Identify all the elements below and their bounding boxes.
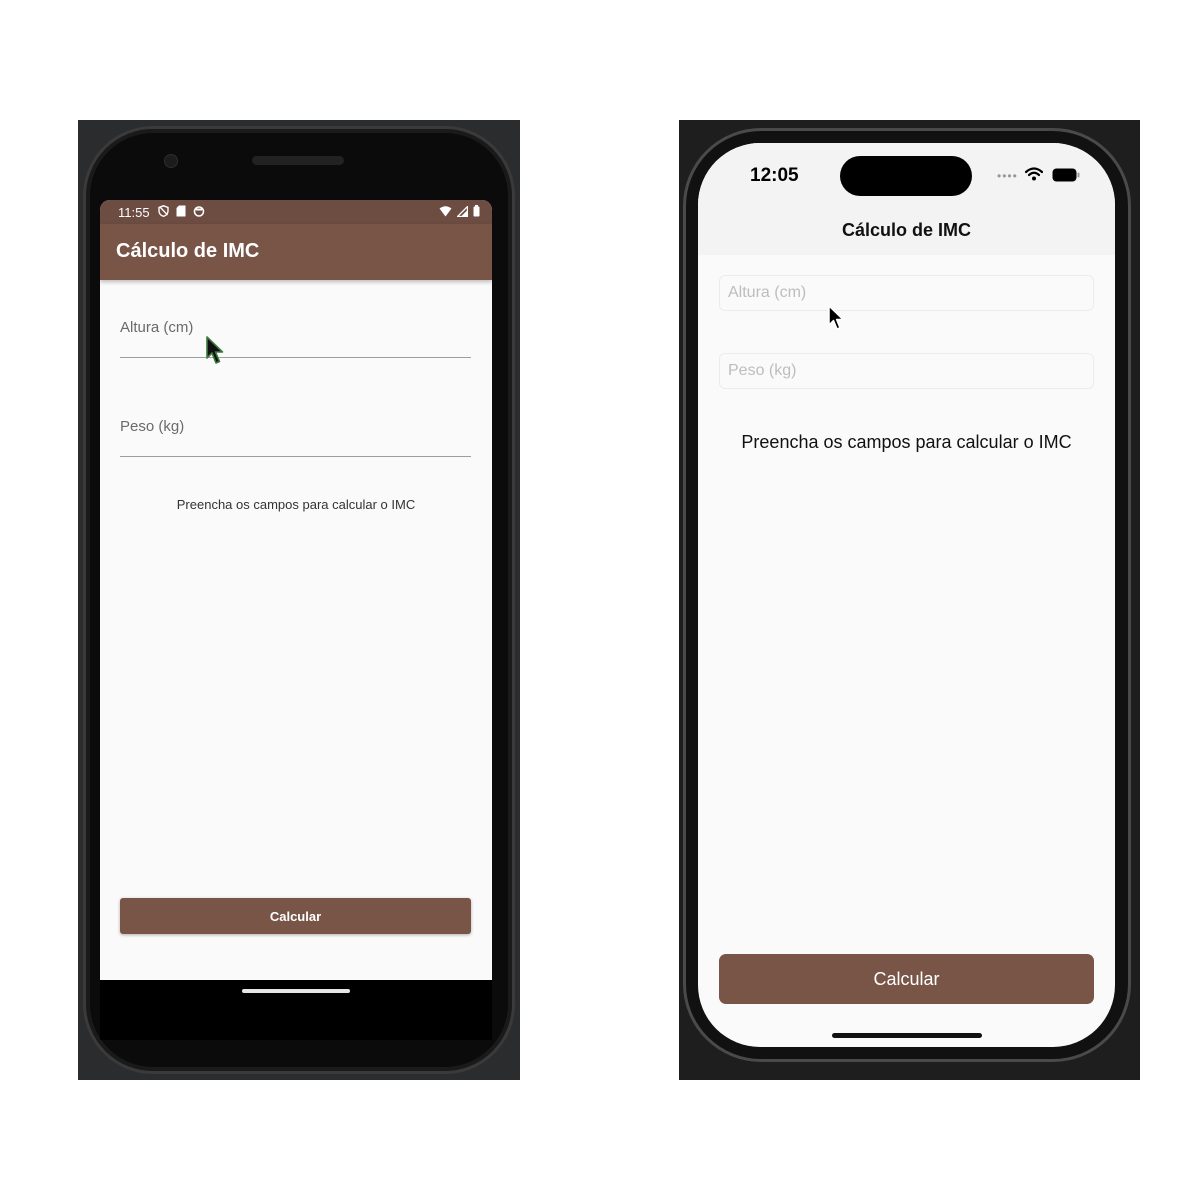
ios-home-indicator[interactable] [832,1033,982,1038]
ios-status-time: 12:05 [750,165,799,186]
ios-weight-input[interactable]: Peso (kg) [719,353,1094,389]
wifi-icon [1024,167,1044,186]
mouse-cursor-icon [206,336,226,371]
ios-result-message: Preencha os campos para calcular o IMC [741,432,1072,452]
android-weight-underline [120,456,471,457]
android-result-message: Preencha os campos para calcular o IMC [176,497,416,512]
battery-icon [473,204,480,220]
cell-signal-icon [455,204,469,220]
ios-calculate-button[interactable]: Calcular [719,954,1094,1004]
ios-nav-title: Cálculo de IMC [841,220,971,240]
battery-icon [1052,168,1080,187]
mouse-cursor-icon [828,305,846,338]
android-height-underline [120,357,471,358]
android-app-bar: Cálculo de IMC [100,224,492,280]
android-weight-label: Peso (kg) [120,418,185,435]
wifi-icon [439,205,452,220]
cell-signal-icon: •••• [997,169,1018,183]
android-home-gesture-bar[interactable] [242,989,350,993]
android-weight-field[interactable]: Peso (kg) [120,418,471,458]
android-screen: 11:55 Cálculo de IMC Altura (cm) Peso (k… [100,200,492,980]
shield-icon [157,204,169,220]
ios-weight-placeholder: Peso (kg) [728,362,797,379]
earpiece-speaker [252,156,344,165]
android-app-title: Cálculo de IMC [116,240,260,262]
ios-height-placeholder: Altura (cm) [728,284,807,301]
ios-height-input[interactable]: Altura (cm) [719,275,1094,311]
ios-screen: 12:05 •••• Cálculo de IMC Altura (cm) Pe… [698,143,1115,1047]
dynamic-island [840,156,972,196]
android-calculate-button[interactable]: Calcular [120,898,471,934]
android-status-right [439,204,480,220]
android-status-bar: 11:55 [100,200,492,224]
sync-icon [193,205,205,220]
android-height-label: Altura (cm) [120,319,194,336]
sd-card-icon [176,205,186,220]
front-camera-icon [164,154,178,168]
android-height-field[interactable]: Altura (cm) [120,319,471,359]
android-status-time: 11:55 [118,204,150,220]
